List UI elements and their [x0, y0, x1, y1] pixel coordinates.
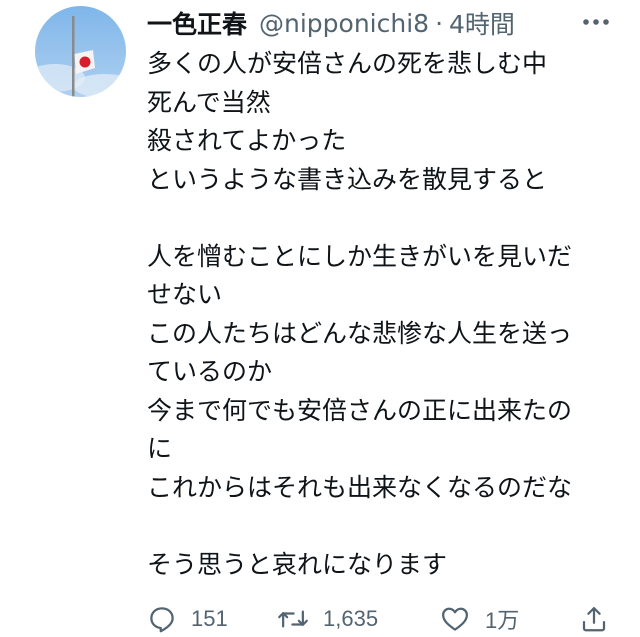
tweet-text: 多くの人が安倍さんの死を悲しむ中 死んで当然 殺されてよかった というような書き…: [147, 45, 622, 584]
tweet-text-line: せない: [147, 280, 223, 309]
japan-flag-avatar-icon: [35, 6, 126, 97]
retweet-icon: [278, 610, 308, 628]
tweet-text-line: 多くの人が安倍さんの死を悲しむ中: [147, 49, 548, 78]
tweet-timestamp[interactable]: 4時間: [449, 5, 515, 41]
share-button[interactable]: [579, 602, 609, 636]
tweet-text-line: というような書き込みを散見すると: [147, 164, 548, 194]
like-button[interactable]: 1万: [439, 602, 519, 636]
like-count: 1万: [485, 608, 520, 633]
tweet-text-line: [147, 507, 622, 546]
tweet-actions: 151 1,635 1万: [147, 602, 617, 636]
reply-button[interactable]: 151: [147, 602, 228, 636]
tweet-text-line: 人を憎むことにしか生きがいを見いだ: [147, 241, 573, 271]
avatar[interactable]: [35, 6, 126, 97]
author-handle[interactable]: @nipponichi8: [259, 9, 429, 38]
more-icon: [583, 19, 609, 25]
retweet-count: 1,635: [323, 606, 379, 631]
reply-icon: [150, 607, 174, 633]
reply-count: 151: [191, 606, 228, 631]
like-icon: [442, 607, 468, 631]
share-icon: [582, 607, 606, 632]
tweet: 一色正春 @nipponichi8 · 4時間 多くの人が安倍さんの死を悲しむ中…: [0, 0, 640, 637]
tweet-text-line: 今まで何でも安倍さんの正に出来たの: [147, 395, 573, 425]
tweet-text-line: この人たちはどんな悲惨な人生を送っ: [147, 318, 573, 348]
separator-dot: ·: [435, 8, 444, 38]
author-display-name[interactable]: 一色正春: [147, 5, 247, 41]
tweet-text-line: [147, 199, 622, 238]
tweet-text-line: 死んで当然: [147, 87, 271, 117]
tweet-text-line: ているのか: [147, 357, 273, 386]
more-button[interactable]: [578, 4, 614, 40]
tweet-text-line: 殺されてよかった: [147, 126, 347, 155]
retweet-button[interactable]: 1,635: [277, 602, 378, 636]
tweet-text-line: に: [147, 434, 173, 463]
tweet-text-line: そう思うと哀れになります: [147, 549, 448, 579]
tweet-header: 一色正春 @nipponichi8 · 4時間: [147, 6, 640, 40]
tweet-text-line: これからはそれも出来なくなるのだな: [147, 472, 573, 502]
